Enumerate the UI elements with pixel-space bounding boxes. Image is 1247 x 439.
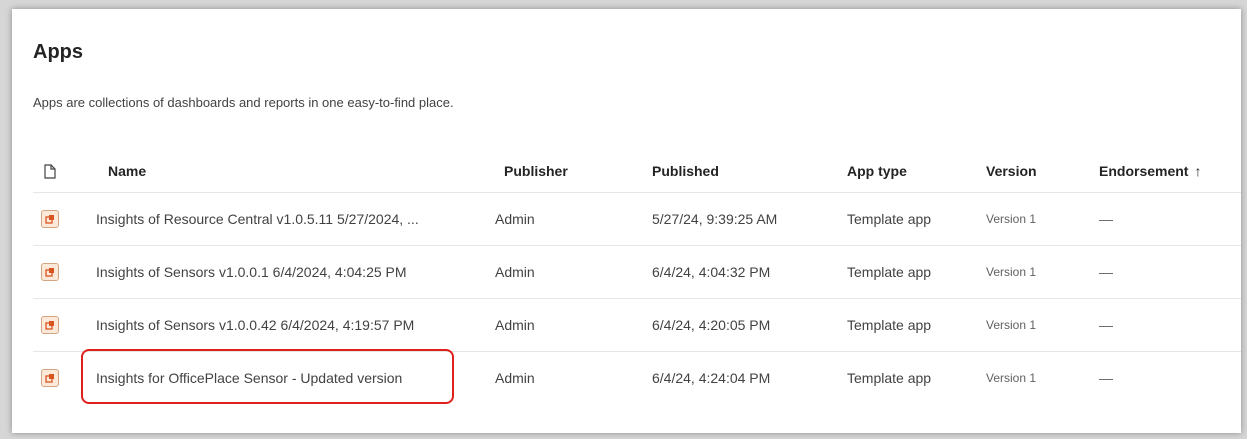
app-publisher: Admin: [495, 370, 535, 386]
column-header-app-type[interactable]: App type: [847, 150, 907, 192]
app-icon[interactable]: [41, 369, 59, 387]
app-published-date: 6/4/24, 4:04:32 PM: [652, 264, 771, 280]
app-endorsement: —: [1099, 317, 1113, 333]
app-name[interactable]: Insights of Sensors v1.0.0.1 6/4/2024, 4…: [96, 246, 407, 298]
app-icon-cell: [33, 299, 67, 351]
app-version: Version 1: [986, 318, 1037, 332]
column-header-endorsement[interactable]: Endorsement ↑: [1099, 150, 1201, 192]
table-row[interactable]: Insights of Resource Central v1.0.5.11 5…: [33, 193, 1241, 246]
app-type: Template app: [847, 211, 932, 227]
column-header-version[interactable]: Version: [986, 150, 1037, 192]
app-version: Version 1: [986, 212, 1037, 226]
app-publisher: Admin: [495, 264, 535, 280]
sort-ascending-icon: ↑: [1194, 163, 1202, 179]
app-endorsement: —: [1099, 264, 1113, 280]
column-header-publisher[interactable]: Publisher: [504, 150, 568, 192]
app-published-date: 6/4/24, 4:20:05 PM: [652, 317, 771, 333]
app-icon-cell: [33, 352, 67, 404]
page-title: Apps: [33, 41, 83, 63]
app-publisher: Admin: [495, 317, 535, 333]
table-header: Name Publisher Published App type Versio…: [33, 150, 1241, 193]
endorsement-label: Endorsement: [1099, 163, 1189, 179]
app-icon[interactable]: [41, 316, 59, 334]
app-version: Version 1: [986, 265, 1037, 279]
app-version: Version 1: [986, 371, 1037, 385]
app-type: Template app: [847, 264, 932, 280]
app-icon-cell: [33, 246, 67, 298]
app-name[interactable]: Insights of Sensors v1.0.0.42 6/4/2024, …: [96, 299, 414, 351]
table-row[interactable]: Insights of Sensors v1.0.0.1 6/4/2024, 4…: [33, 246, 1241, 299]
app-type: Template app: [847, 317, 932, 333]
app-publisher: Admin: [495, 211, 535, 227]
app-icon-cell: [33, 193, 67, 245]
app-published-date: 6/4/24, 4:24:04 PM: [652, 370, 771, 386]
app-published-date: 5/27/24, 9:39:25 AM: [652, 211, 778, 227]
app-endorsement: —: [1099, 370, 1113, 386]
highlight-box: [81, 349, 454, 404]
app-endorsement: —: [1099, 211, 1113, 227]
app-type: Template app: [847, 370, 932, 386]
app-icon[interactable]: [41, 263, 59, 281]
app-icon[interactable]: [41, 210, 59, 228]
column-header-published[interactable]: Published: [652, 150, 719, 192]
page-subtitle: Apps are collections of dashboards and r…: [33, 95, 454, 110]
app-name[interactable]: Insights of Resource Central v1.0.5.11 5…: [96, 193, 419, 245]
column-header-name[interactable]: Name: [108, 150, 146, 192]
table-row[interactable]: Insights of Sensors v1.0.0.42 6/4/2024, …: [33, 299, 1241, 352]
apps-panel: Apps Apps are collections of dashboards …: [12, 9, 1241, 433]
document-icon[interactable]: [33, 150, 67, 192]
